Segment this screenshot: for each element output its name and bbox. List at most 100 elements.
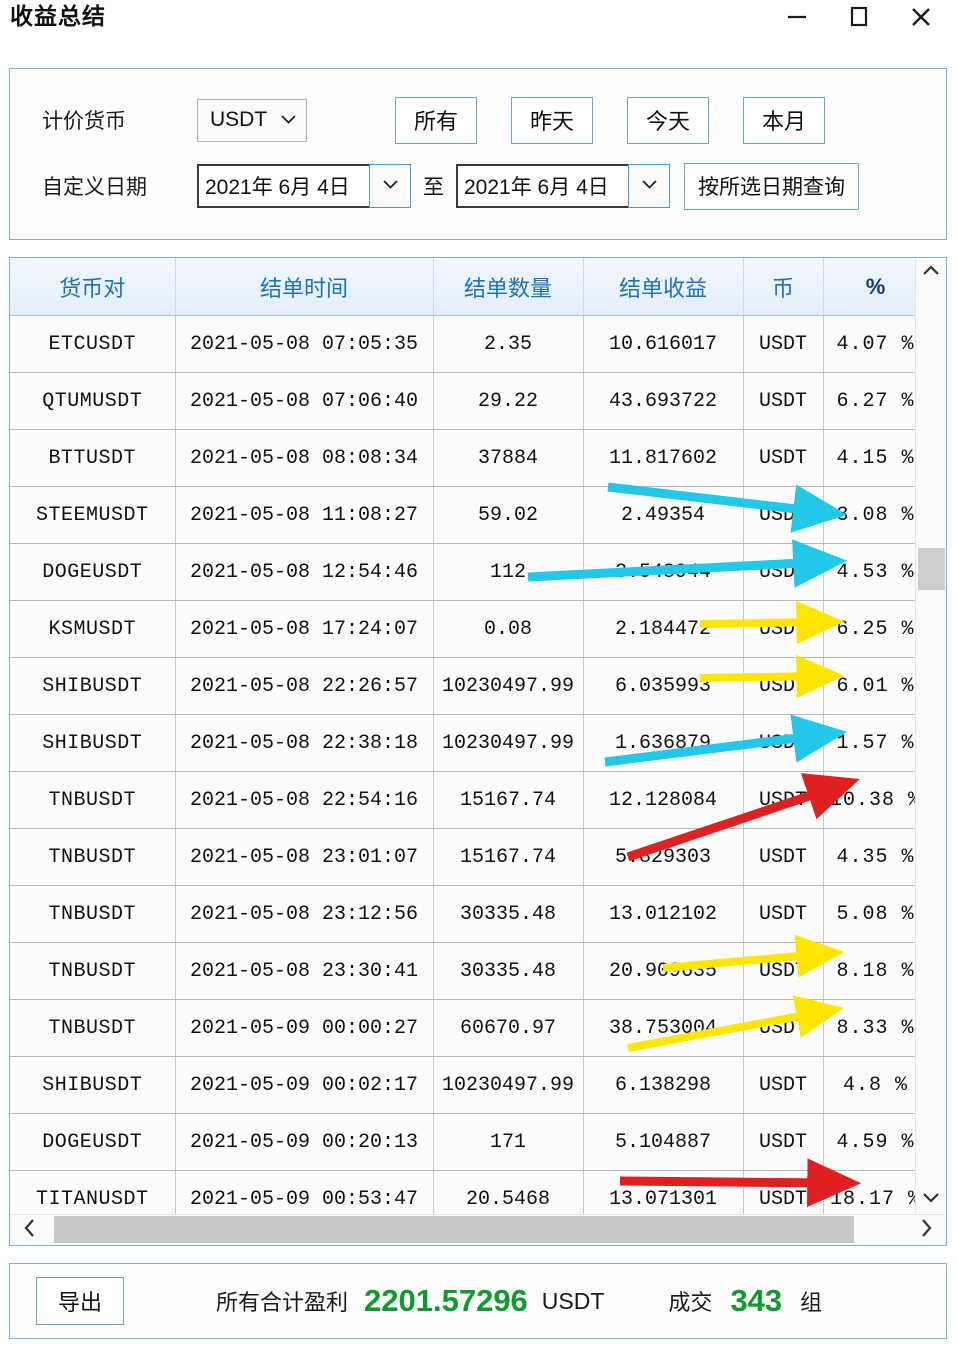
cell-quantity: 10230497.99 [433, 657, 584, 715]
cell-quantity: 0.08 [433, 600, 584, 658]
date-to-dropdown-button[interactable] [628, 164, 670, 208]
cell-profit: 5.104887 [583, 1113, 744, 1171]
chevron-down-icon [382, 177, 399, 195]
column-header-coin[interactable]: 币 [743, 258, 824, 316]
cell-coin: USDT [743, 1113, 824, 1171]
cell-pair: DOGEUSDT [10, 1113, 176, 1171]
cell-profit: 5.829303 [583, 828, 744, 886]
date-to-picker[interactable]: 2021年 6月 4日 [456, 164, 670, 208]
cell-percent: 3.08 % [823, 486, 928, 544]
table-row[interactable]: TNBUSDT 2021-05-08 23:30:41 30335.48 20.909… [10, 942, 928, 1000]
table-row[interactable]: BTTUSDT 2021-05-08 08:08:34 37884 11.817602… [10, 429, 928, 487]
column-header-time[interactable]: 结单时间 [175, 258, 434, 316]
cell-profit: 13.012102 [583, 885, 744, 943]
filter-button-yesterday[interactable]: 昨天 [511, 96, 593, 144]
table-head: 货币对 结单时间 结单数量 结单收益 币 % [10, 258, 928, 316]
vertical-scroll-thumb[interactable] [918, 548, 945, 590]
query-by-date-button[interactable]: 按所选日期查询 [684, 162, 859, 210]
horizontal-scroll-track[interactable] [50, 1215, 906, 1245]
filter-button-all[interactable]: 所有 [395, 96, 477, 144]
table-row[interactable]: STEEMUSDT 2021-05-08 11:08:27 59.02 2.49354… [10, 486, 928, 544]
table-row[interactable]: ETCUSDT 2021-05-08 07:05:35 2.35 10.616017 U… [10, 315, 928, 373]
scroll-down-button[interactable] [916, 1185, 946, 1215]
cell-profit: 2.184472 [583, 600, 744, 658]
date-to-value[interactable]: 2021年 6月 4日 [456, 164, 628, 208]
scroll-up-button[interactable] [916, 258, 946, 288]
total-profit-label: 所有合计盈利 [216, 1290, 349, 1315]
table-row[interactable]: DOGEUSDT 2021-05-08 12:54:46 112 3.548944 US… [10, 543, 928, 601]
currency-select[interactable]: USDT [197, 98, 307, 142]
total-profit-value: 2201.57296 [364, 1283, 528, 1318]
table-header-row: 货币对 结单时间 结单数量 结单收益 币 % [10, 258, 928, 316]
minimize-icon [784, 4, 810, 30]
cell-pair: TNBUSDT [10, 885, 176, 943]
cell-profit: 3.548944 [583, 543, 744, 601]
column-header-pair[interactable]: 货币对 [10, 258, 176, 316]
table-row[interactable]: DOGEUSDT 2021-05-09 00:20:13 171 5.104887 US… [10, 1113, 928, 1171]
date-from-dropdown-button[interactable] [369, 164, 411, 208]
cell-time: 2021-05-09 00:00:27 [175, 999, 434, 1057]
cell-quantity: 112 [433, 543, 584, 601]
table-row[interactable]: SHIBUSDT 2021-05-08 22:26:57 10230497.99 6.… [10, 657, 928, 715]
minimize-button[interactable] [766, 0, 828, 34]
table-row[interactable]: TNBUSDT 2021-05-09 00:00:27 60670.97 38.753… [10, 999, 928, 1057]
table-row[interactable]: TNBUSDT 2021-05-08 22:54:16 15167.74 12.128… [10, 771, 928, 829]
chevron-down-icon [280, 113, 297, 128]
cell-time: 2021-05-08 22:26:57 [175, 657, 434, 715]
table-row[interactable]: KSMUSDT 2021-05-08 17:24:07 0.08 2.184472 US… [10, 600, 928, 658]
cell-coin: USDT [743, 1056, 824, 1114]
cell-pair: TNBUSDT [10, 942, 176, 1000]
column-header-percent[interactable]: % [823, 258, 928, 316]
table-row[interactable]: SHIBUSDT 2021-05-08 22:38:18 10230497.99 1.… [10, 714, 928, 772]
cell-time: 2021-05-08 12:54:46 [175, 543, 434, 601]
cell-quantity: 15167.74 [433, 771, 584, 829]
filter-button-thismonth[interactable]: 本月 [743, 96, 825, 144]
date-from-value[interactable]: 2021年 6月 4日 [197, 164, 369, 208]
column-header-profit[interactable]: 结单收益 [583, 258, 744, 316]
cell-profit: 20.909635 [583, 942, 744, 1000]
cell-quantity: 60670.97 [433, 999, 584, 1057]
table-row[interactable]: TNBUSDT 2021-05-08 23:01:07 15167.74 5.8293… [10, 828, 928, 886]
close-button[interactable] [890, 0, 952, 34]
table-row[interactable]: SHIBUSDT 2021-05-09 00:02:17 10230497.99 6.… [10, 1056, 928, 1114]
cell-pair: TNBUSDT [10, 999, 176, 1057]
cell-percent: 1.57 % [823, 714, 928, 772]
cell-time: 2021-05-08 07:06:40 [175, 372, 434, 430]
cell-coin: USDT [743, 942, 824, 1000]
results-table-container: 货币对 结单时间 结单数量 结单收益 币 % ETCUSDT 2021-05-08… [9, 257, 947, 1246]
chevron-right-icon [919, 1217, 933, 1244]
cell-coin: USDT [743, 1170, 824, 1215]
export-button[interactable]: 导出 [36, 1277, 124, 1325]
scroll-left-button[interactable] [10, 1215, 50, 1245]
filter-button-today[interactable]: 今天 [627, 96, 709, 144]
cell-time: 2021-05-08 07:05:35 [175, 315, 434, 373]
date-range-separator: 至 [423, 176, 444, 199]
table-row[interactable]: TNBUSDT 2021-05-08 23:12:56 30335.48 13.012… [10, 885, 928, 943]
chevron-down-icon [641, 177, 658, 195]
cell-coin: USDT [743, 543, 824, 601]
title-bar: 收益总结 [0, 0, 958, 44]
trade-count-label: 成交 [668, 1290, 713, 1315]
scroll-right-button[interactable] [906, 1215, 946, 1245]
vertical-scrollbar[interactable] [915, 258, 946, 1215]
horizontal-scroll-thumb[interactable] [54, 1216, 854, 1243]
cell-pair: KSMUSDT [10, 600, 176, 658]
cell-pair: STEEMUSDT [10, 486, 176, 544]
cell-quantity: 171 [433, 1113, 584, 1171]
maximize-button[interactable] [828, 0, 890, 34]
table-row[interactable]: QTUMUSDT 2021-05-08 07:06:40 29.22 43.69372… [10, 372, 928, 430]
summary-footer: 导出 所有合计盈利 2201.57296 USDT 成交 343 组 [9, 1263, 947, 1339]
cell-quantity: 59.02 [433, 486, 584, 544]
date-from-picker[interactable]: 2021年 6月 4日 [197, 164, 411, 208]
horizontal-scrollbar[interactable] [10, 1214, 946, 1245]
maximize-icon [846, 4, 872, 30]
table-row[interactable]: TITANUSDT 2021-05-09 00:53:47 20.5468 13.07… [10, 1170, 928, 1215]
currency-select-value: USDT [210, 108, 268, 131]
cell-profit: 2.49354 [583, 486, 744, 544]
date-label: 自定义日期 [42, 176, 147, 199]
cell-percent: 6.27 % [823, 372, 928, 430]
cell-quantity: 20.5468 [433, 1170, 584, 1215]
table-body: ETCUSDT 2021-05-08 07:05:35 2.35 10.616017 U… [10, 315, 928, 1215]
cell-coin: USDT [743, 315, 824, 373]
column-header-qty[interactable]: 结单数量 [433, 258, 584, 316]
